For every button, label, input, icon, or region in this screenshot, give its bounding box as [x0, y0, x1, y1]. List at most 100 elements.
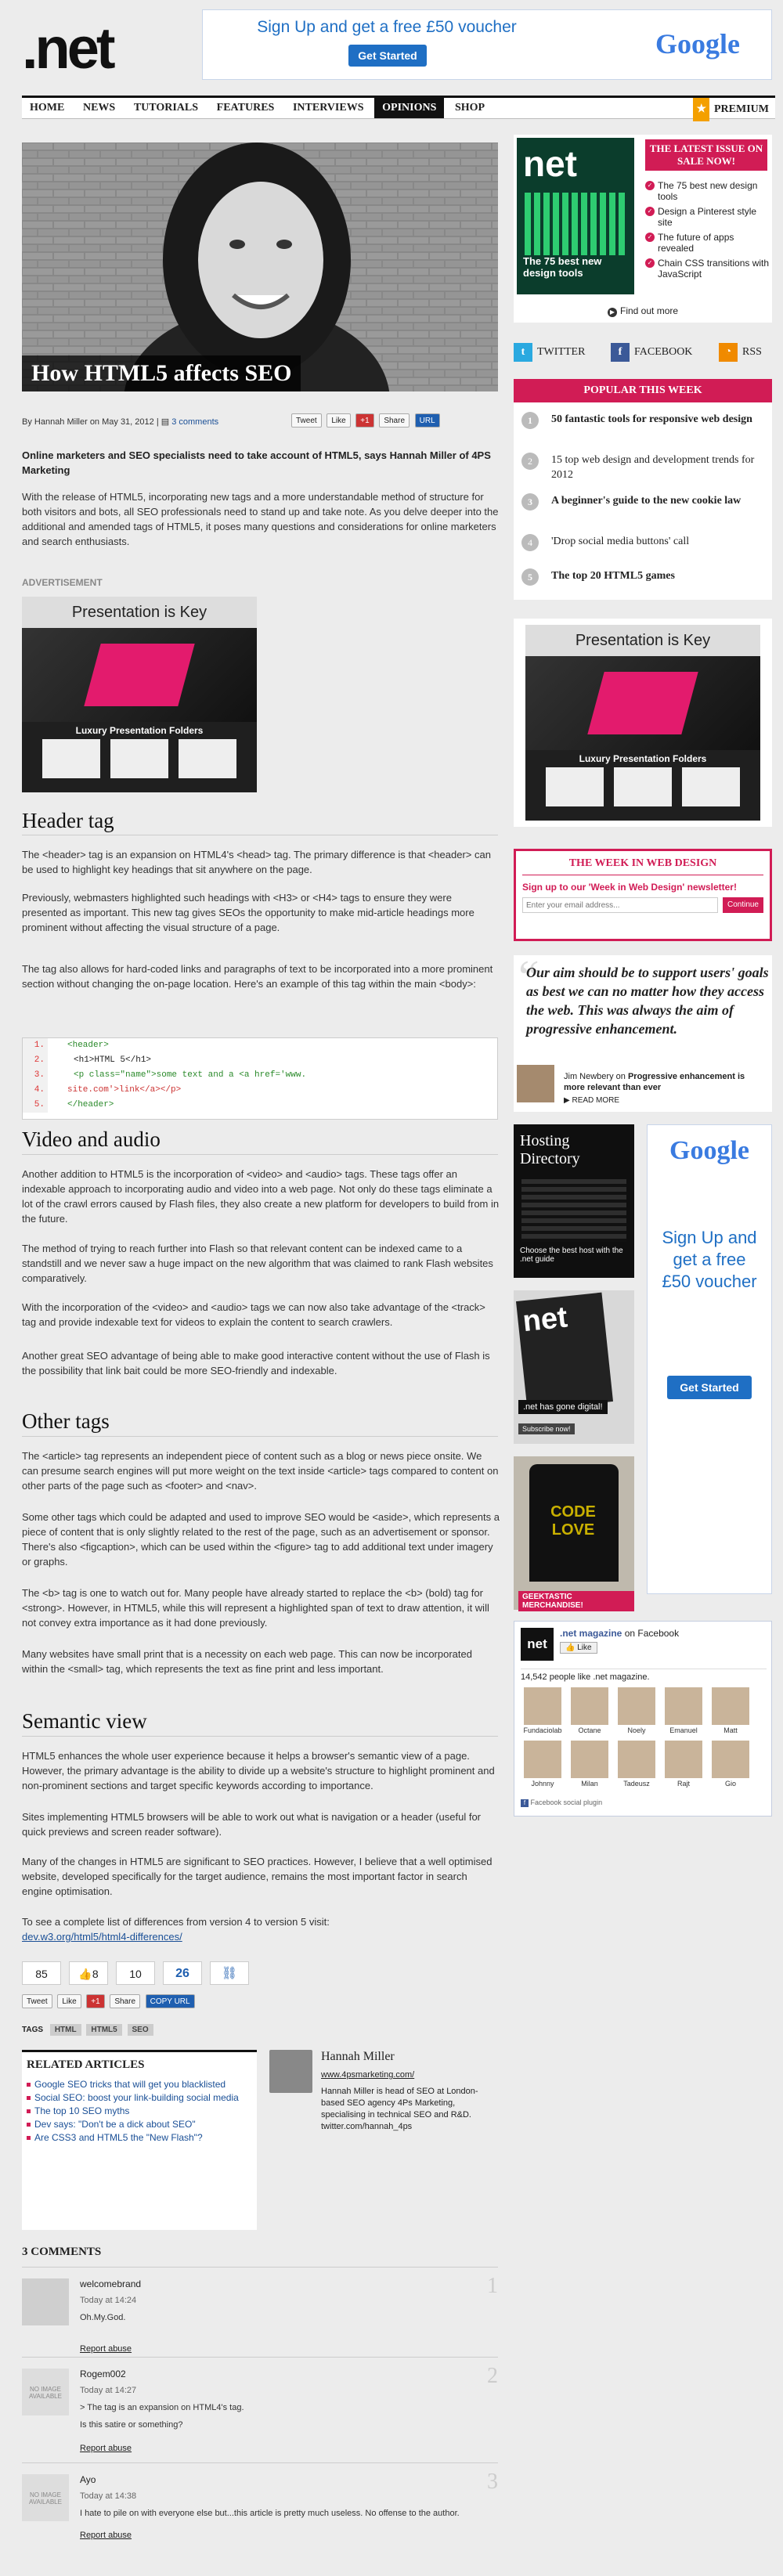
hosting-caption: Choose the best host with the .net guide	[520, 1247, 623, 1264]
fan-name[interactable]: Fundaciolab	[521, 1726, 565, 1734]
report-abuse-link[interactable]: Report abuse	[80, 2444, 132, 2453]
tag[interactable]: HTML	[49, 2024, 81, 2036]
report-abuse-link[interactable]: Report abuse	[80, 2531, 132, 2540]
tweet-button[interactable]: Tweet	[291, 413, 322, 428]
popular-item[interactable]: 5 The top 20 HTML5 games	[521, 568, 764, 586]
facebook-link[interactable]: f FACEBOOK	[611, 341, 692, 363]
sidebar-ad[interactable]: Presentation is Key Luxury Presentation …	[514, 619, 772, 827]
related-item[interactable]: Social SEO: boost your link-building soc…	[27, 2091, 252, 2105]
related-item[interactable]: Are CSS3 and HTML5 the "New Flash"?	[27, 2131, 252, 2145]
tag[interactable]: HTML5	[86, 2024, 122, 2036]
fan-name[interactable]: Emanuel	[662, 1726, 705, 1734]
paragraph: Sites implementing HTML5 browsers will b…	[22, 1811, 481, 1838]
read-more-link[interactable]: ▶ READ MORE	[564, 1096, 619, 1105]
code-sample: 1. <header> 2. <h1>HTML 5</h1> 3. <p class=…	[22, 1037, 498, 1120]
code-line: <h1>HTML 5</h1>	[74, 1055, 152, 1065]
twitter-icon: t	[514, 342, 532, 362]
premium-star-icon: ★	[693, 98, 709, 121]
twitter-link[interactable]: t TWITTER	[514, 341, 585, 363]
comment-author[interactable]: welcomebrand	[80, 2278, 141, 2289]
code-line: <p class="name">some text and a <a href=…	[74, 1070, 307, 1080]
fan-name[interactable]: Tadeusz	[615, 1780, 659, 1788]
site-logo[interactable]: .net	[22, 17, 116, 80]
tag[interactable]: SEO	[127, 2024, 153, 2036]
newsletter-heading: THE WEEK IN WEB DESIGN	[522, 857, 763, 875]
author-site-link[interactable]: www.4psmarketing.com/	[321, 2070, 414, 2080]
inline-ad[interactable]: Presentation is Key Luxury Presentation …	[22, 597, 257, 792]
facebook-count: 14,542 people like .net magazine.	[521, 1669, 767, 1682]
copy-url-button[interactable]: COPY URL	[145, 1994, 195, 2008]
digital-promo[interactable]: net .net has gone digital! Subscribe now…	[514, 1290, 634, 1444]
html4-differences-link[interactable]: dev.w3.org/html5/html4-differences/	[22, 1931, 182, 1943]
quote-box: “ Our aim should be to support users' go…	[514, 951, 772, 1112]
section-heading-header-tag: Header tag	[22, 809, 114, 832]
nav-features[interactable]: FEATURES	[209, 98, 283, 118]
google-plus-button[interactable]: +1	[86, 1994, 105, 2008]
tweet-button[interactable]: Tweet	[22, 1994, 52, 2008]
popular-item[interactable]: 4 'Drop social media buttons' call	[521, 534, 764, 551]
related-item[interactable]: Google SEO tricks that will get you blac…	[27, 2078, 252, 2091]
popular-item[interactable]: 1 50 fantastic tools for responsive web d…	[521, 412, 764, 429]
link-icon[interactable]: ⛓	[210, 1961, 249, 1985]
url-button[interactable]: URL	[414, 413, 440, 428]
comment-author[interactable]: Rogem002	[80, 2369, 126, 2379]
nav-shop[interactable]: SHOP	[447, 98, 493, 118]
page: .net Sign Up and get a free £50 voucher …	[0, 0, 783, 2576]
inline-ad-caption: Luxury Presentation Folders	[75, 725, 204, 736]
main-nav: HOME NEWS TUTORIALS FEATURES INTERVIEWS …	[22, 96, 775, 121]
comments-link[interactable]: 3 comments	[171, 417, 218, 427]
google-skyscraper-ad[interactable]: Google Sign Up and get a free £50 vouche…	[647, 1124, 772, 1594]
share-counts: 85 👍8 10 26 ⛓	[22, 1961, 249, 1985]
comment-author[interactable]: Ayo	[80, 2474, 96, 2485]
facebook-like-button[interactable]: Like	[327, 413, 351, 428]
nav-premium[interactable]: ★ PREMIUM	[693, 98, 769, 121]
top-ad-button[interactable]: Get Started	[348, 45, 427, 67]
nav-opinions[interactable]: OPINIONS	[374, 98, 445, 118]
linkedin-share-button[interactable]: Share	[110, 1994, 141, 2008]
fan-name[interactable]: Matt	[709, 1726, 752, 1734]
nav-interviews[interactable]: INTERVIEWS	[285, 98, 372, 118]
fan-name[interactable]: Milan	[568, 1780, 612, 1788]
facebook-like-button[interactable]: Like	[57, 1994, 81, 2008]
issue-cover[interactable]: net The 75 best new design tools	[517, 138, 634, 294]
related-item[interactable]: Dev says: "Don't be a dick about SEO"	[27, 2118, 252, 2131]
hosting-directory-promo[interactable]: Hosting Directory Choose the best host w…	[514, 1124, 634, 1278]
article-title: How HTML5 affects SEO	[22, 355, 301, 391]
facebook-plugin-text: Facebook social plugin	[530, 1799, 603, 1806]
fan-name[interactable]: Gio	[709, 1780, 752, 1788]
popular-item-text: A beginner's guide to the new cookie law	[551, 495, 742, 507]
popular-item[interactable]: 3A beginner's guide to the new cookie la…	[521, 493, 764, 511]
google-plus-button[interactable]: +1	[355, 413, 374, 428]
related-item[interactable]: The top 10 SEO myths	[27, 2105, 252, 2118]
top-banner-ad[interactable]: Sign Up and get a free £50 voucher Get S…	[202, 9, 772, 80]
report-abuse-link[interactable]: Report abuse	[80, 2344, 132, 2354]
nav-home[interactable]: HOME	[22, 98, 72, 118]
facebook-page-name[interactable]: .net magazine	[560, 1628, 622, 1639]
rss-link[interactable]: ◔ RSS	[719, 341, 762, 363]
merch-shirt-text: CODE LOVE	[550, 1503, 596, 1539]
google-ad-button[interactable]: Get Started	[667, 1376, 752, 1399]
fan-name[interactable]: Noely	[615, 1726, 659, 1734]
fan-name[interactable]: Rajt	[662, 1780, 705, 1788]
issue-item-text: Chain CSS transitions with JavaScript	[658, 258, 770, 280]
fan-name[interactable]: Johnny	[521, 1780, 565, 1788]
quote-author[interactable]: Jim Newbery	[564, 1072, 614, 1081]
author-avatar	[269, 2050, 312, 2093]
comment-avatar: NO IMAGE AVAILABLE	[22, 2369, 69, 2415]
digital-subscribe[interactable]: Subscribe now!	[518, 1423, 575, 1434]
issue-item: ✓ The future of apps revealed	[645, 232, 770, 254]
issue-list: ✓ The 75 best new design tools ✓ Design a …	[645, 180, 770, 283]
merchandise-promo[interactable]: CODE LOVE GEEKTASTIC MERCHANDISE!	[514, 1456, 634, 1611]
paragraph: The <header> tag is an expansion on HTML…	[22, 849, 491, 875]
nav-news[interactable]: NEWS	[75, 98, 123, 118]
newsletter-continue-button[interactable]: Continue	[722, 897, 763, 913]
newsletter-email-input[interactable]	[522, 897, 718, 913]
issue-item-text: The 75 best new design tools	[658, 180, 758, 202]
arrow-icon: ▶	[564, 1096, 572, 1105]
nav-tutorials[interactable]: TUTORIALS	[126, 98, 206, 118]
popular-item[interactable]: 2 15 top web design and development trend…	[521, 453, 764, 482]
facebook-like-button[interactable]: 👍 Like	[560, 1642, 597, 1654]
fan-name[interactable]: Octane	[568, 1726, 612, 1734]
linkedin-share-button[interactable]: Share	[379, 413, 410, 428]
find-out-more-link[interactable]: ▶ Find out more	[608, 305, 678, 317]
